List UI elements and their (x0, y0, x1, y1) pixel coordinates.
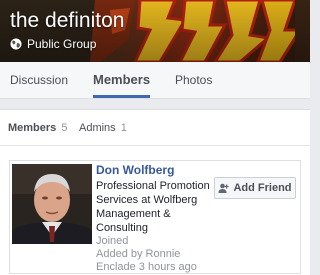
member-joined: Joined (96, 235, 129, 247)
group-privacy[interactable]: Public Group (10, 37, 96, 51)
profile-photo (12, 164, 92, 244)
member-title: Professional Promotion Services at Wolfb… (96, 180, 210, 234)
member-name-link[interactable]: Don Wolfberg (96, 163, 214, 178)
admins-count: 1 (120, 122, 127, 134)
group-cover-photo[interactable]: the definiton Public Group (0, 0, 310, 62)
add-friend-label: Add Friend (233, 182, 292, 194)
tab-photos[interactable]: Photos (175, 62, 212, 98)
add-friend-icon (218, 183, 230, 193)
member-counts: Members 5 Admins 1 (8, 122, 127, 134)
globe-icon (10, 38, 22, 50)
members-count: 5 (61, 122, 68, 134)
group-name[interactable]: the definiton (10, 9, 124, 33)
add-friend-button[interactable]: Add Friend (214, 177, 296, 199)
members-filter[interactable]: Members (8, 122, 56, 134)
members-panel: Members 5 Admins 1 Don Wolfberg Professi… (0, 109, 310, 275)
avatar[interactable] (12, 164, 92, 244)
divider (0, 145, 310, 146)
group-tabs: Discussion Members Photos (0, 62, 310, 99)
tab-discussion[interactable]: Discussion (10, 62, 68, 98)
member-added-time: Enclade 3 hours ago (96, 261, 197, 273)
member-card: Don Wolfberg Professional Promotion Serv… (9, 160, 301, 274)
member-added-by: Added by Ronnie (96, 248, 181, 260)
admins-filter[interactable]: Admins (79, 122, 116, 134)
member-info: Don Wolfberg Professional Promotion Serv… (96, 163, 214, 274)
tab-members[interactable]: Members (93, 62, 151, 98)
privacy-label: Public Group (27, 37, 97, 51)
